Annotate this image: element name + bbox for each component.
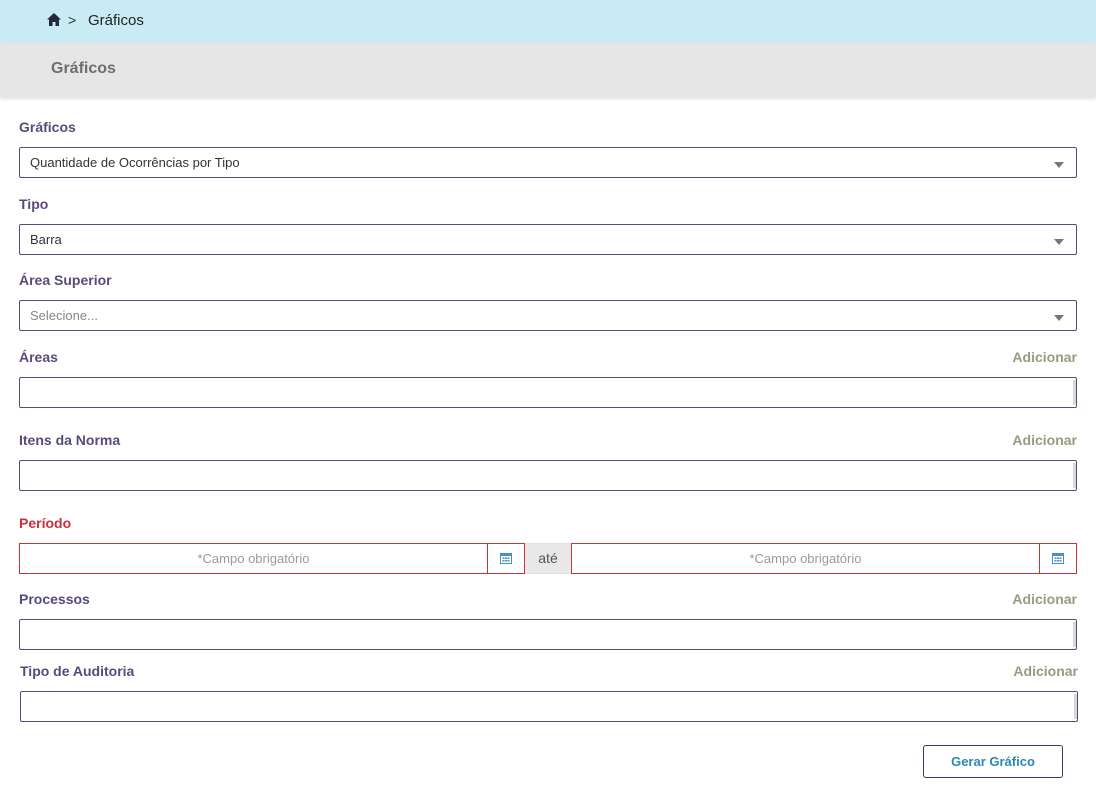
periodo-separator: até — [525, 543, 571, 574]
scrollbar[interactable] — [1074, 694, 1077, 719]
page-title: Gráficos — [51, 60, 116, 77]
breadcrumb-separator: > — [68, 12, 77, 28]
graficos-selected-value: Quantidade de Ocorrências por Tipo — [30, 155, 240, 170]
areas-add-link[interactable]: Adicionar — [1012, 349, 1077, 365]
chevron-down-icon — [1054, 162, 1064, 168]
tipo-auditoria-add-link[interactable]: Adicionar — [1013, 663, 1078, 679]
breadcrumb: > Gráficos — [0, 0, 1096, 43]
area-superior-label: Área Superior — [19, 272, 112, 288]
itens-norma-input[interactable] — [19, 460, 1077, 491]
processos-label: Processos — [19, 591, 90, 607]
processos-add-link[interactable]: Adicionar — [1012, 591, 1077, 607]
chevron-down-icon — [1054, 315, 1064, 321]
periodo-start-input[interactable]: *Campo obrigatório — [19, 543, 525, 574]
periodo-label: Período — [19, 515, 72, 531]
areas-label: Áreas — [19, 349, 58, 365]
periodo-end-calendar-button[interactable] — [1039, 544, 1076, 573]
page-header: Gráficos — [0, 43, 1096, 97]
processos-input[interactable] — [19, 619, 1077, 650]
periodo-end-placeholder: *Campo obrigatório — [749, 551, 862, 566]
tipo-auditoria-label: Tipo de Auditoria — [20, 663, 135, 679]
tipo-selected-value: Barra — [30, 232, 62, 247]
breadcrumb-current: Gráficos — [88, 12, 144, 29]
itens-norma-add-link[interactable]: Adicionar — [1012, 432, 1077, 448]
graficos-select[interactable]: Quantidade de Ocorrências por Tipo — [19, 147, 1077, 178]
tipo-label: Tipo — [19, 196, 49, 212]
periodo-separator-label: até — [538, 550, 558, 566]
home-icon[interactable] — [47, 13, 61, 26]
areas-input[interactable] — [19, 377, 1077, 408]
area-superior-select[interactable]: Selecione... — [19, 300, 1077, 331]
periodo-start-calendar-button[interactable] — [487, 544, 524, 573]
tipo-select[interactable]: Barra — [19, 224, 1077, 255]
graficos-label: Gráficos — [19, 119, 76, 135]
tipo-auditoria-input[interactable] — [20, 691, 1078, 722]
calendar-icon — [1052, 553, 1064, 564]
scrollbar[interactable] — [1073, 380, 1076, 405]
gerar-grafico-button[interactable]: Gerar Gráfico — [923, 745, 1063, 778]
periodo-start-placeholder: *Campo obrigatório — [197, 551, 310, 566]
scrollbar[interactable] — [1073, 463, 1076, 488]
chevron-down-icon — [1054, 239, 1064, 245]
scrollbar[interactable] — [1073, 622, 1076, 647]
area-superior-placeholder: Selecione... — [30, 308, 98, 323]
calendar-icon — [500, 553, 512, 564]
itens-norma-label: Itens da Norma — [19, 432, 121, 448]
periodo-end-input[interactable]: *Campo obrigatório — [571, 543, 1077, 574]
